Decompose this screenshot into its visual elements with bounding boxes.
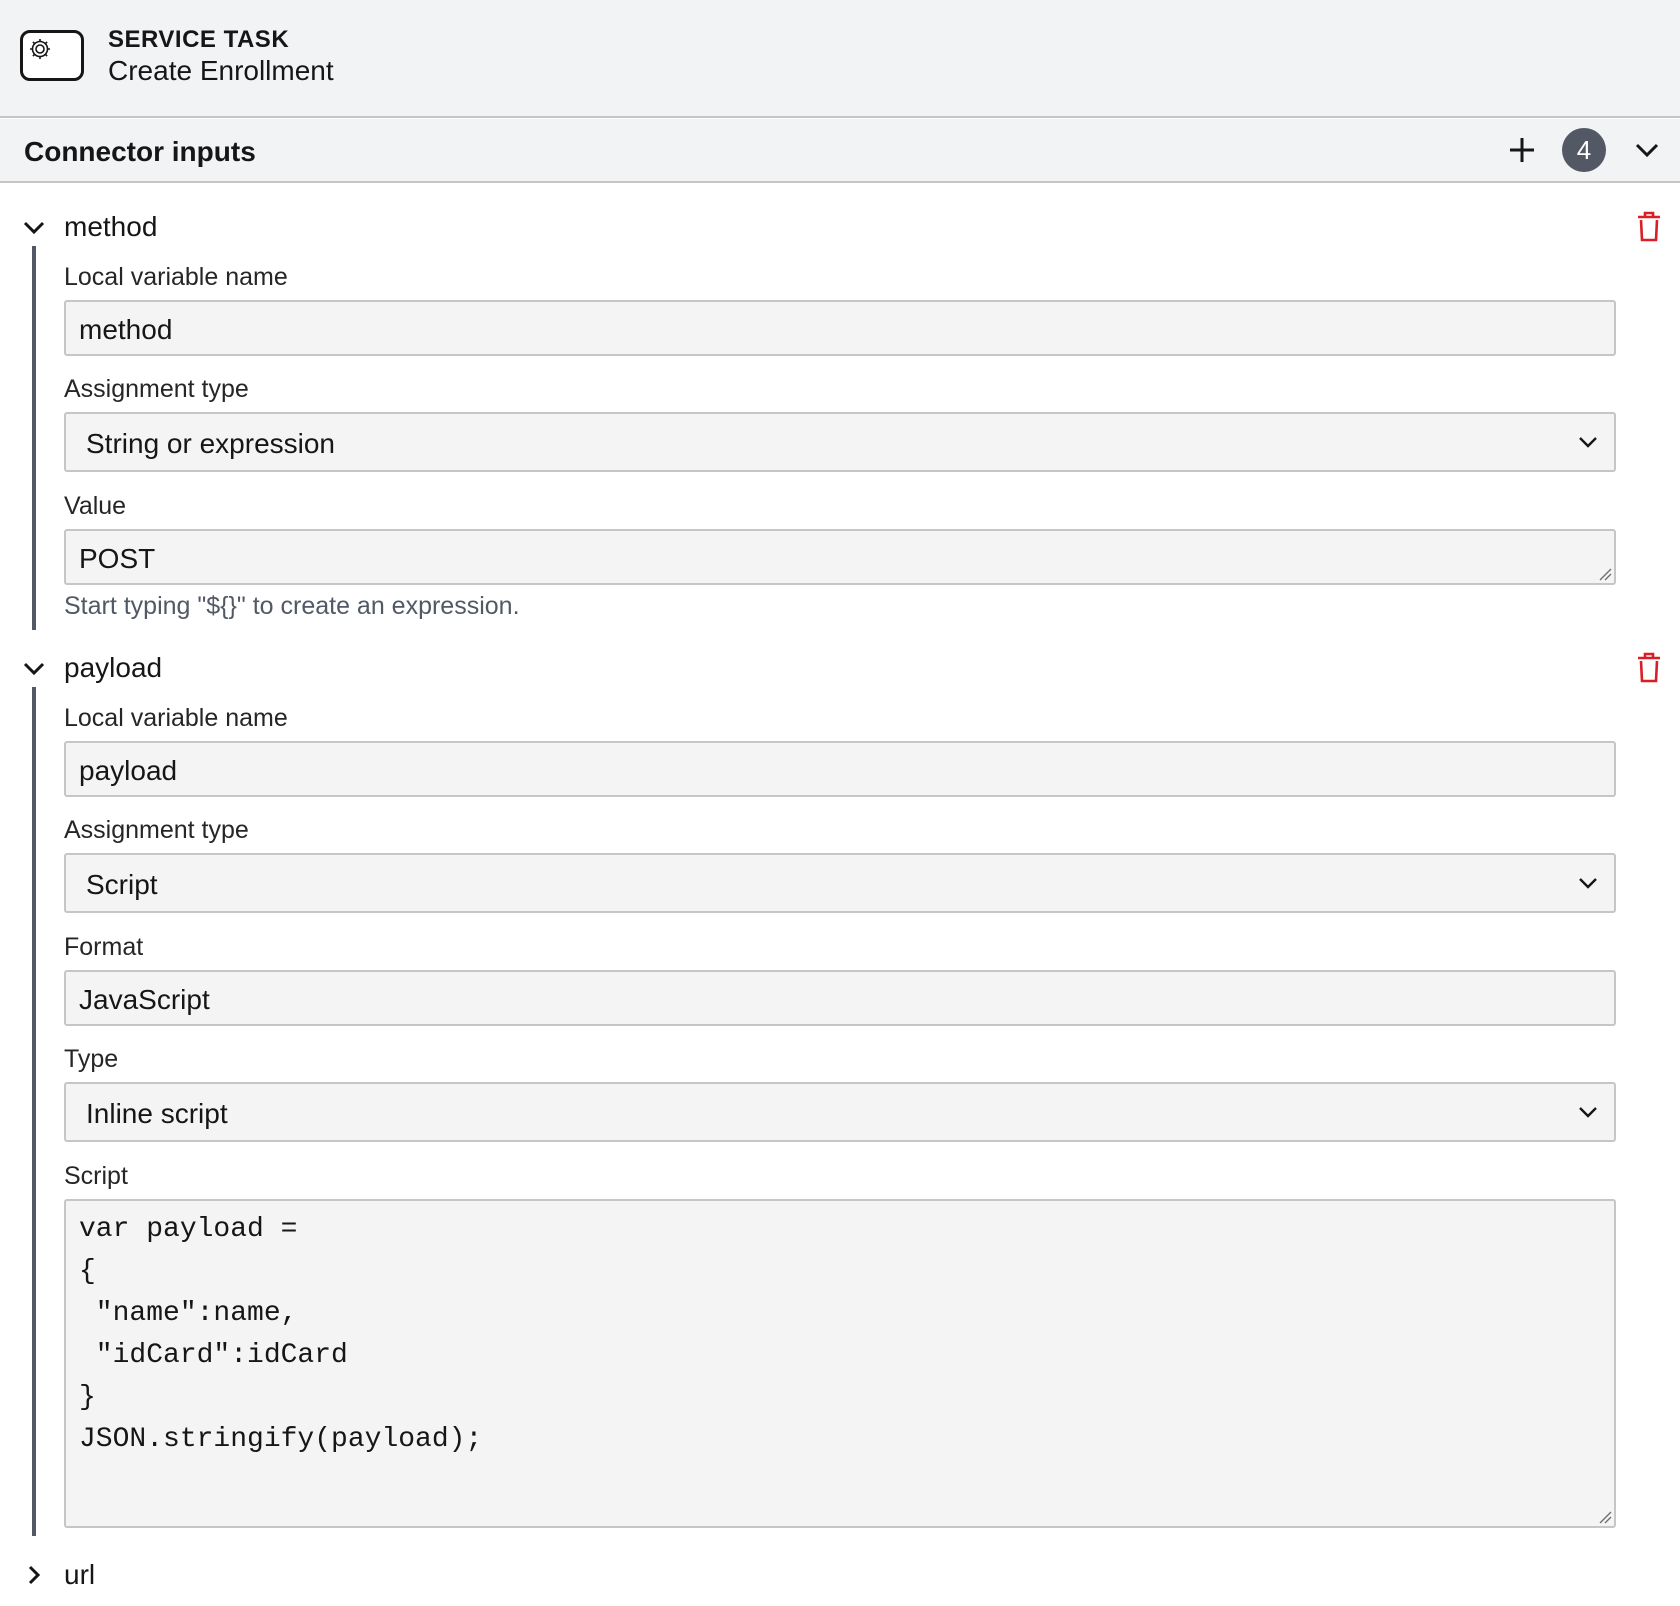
script-line: "idCard":idCard (79, 1340, 348, 1371)
local-variable-name-input[interactable]: payload (64, 741, 1616, 797)
chevron-down-icon (1579, 1107, 1597, 1118)
format-label: Format (64, 933, 144, 961)
task-type-label: SERVICE TASK (108, 26, 290, 53)
chevron-down-icon (1579, 437, 1597, 448)
script-type-value: Inline script (86, 1098, 228, 1129)
script-line: JSON.stringify(payload); (79, 1424, 483, 1455)
script-line: "name":name, (79, 1298, 298, 1329)
gear-icon (30, 39, 50, 59)
trash-icon (1638, 652, 1660, 683)
script-type-select[interactable]: Inline script (64, 1082, 1616, 1142)
resize-handle-icon[interactable] (1596, 1508, 1612, 1524)
script-line: var payload = (79, 1214, 298, 1245)
entry-method-indent-line (32, 246, 36, 630)
value-label: Value (64, 492, 127, 520)
script-label: Script (64, 1162, 128, 1190)
assignment-type-select[interactable]: Script (64, 853, 1616, 913)
input-count-badge: 4 (1562, 128, 1606, 172)
chevron-down-icon (1579, 878, 1597, 889)
assignment-type-label: Assignment type (64, 375, 249, 403)
task-name: Create Enrollment (108, 55, 334, 86)
type-label: Type (64, 1045, 119, 1073)
chevron-down-icon[interactable] (20, 654, 48, 682)
delete-entry-button[interactable] (1634, 651, 1664, 685)
group-title: Connector inputs (24, 136, 256, 167)
format-input[interactable]: JavaScript (64, 970, 1616, 1026)
entry-url-header[interactable]: url (0, 1553, 1680, 1597)
expression-hint: Start typing "${}" to create an expressi… (64, 592, 520, 620)
value-text: POST (79, 543, 156, 574)
collapse-group-button[interactable] (1630, 133, 1664, 167)
script-line: } (79, 1382, 96, 1413)
connector-inputs-group-header[interactable]: Connector inputs 4 (0, 119, 1680, 183)
chevron-down-icon (1635, 143, 1659, 158)
plus-icon (1510, 138, 1534, 162)
local-variable-name-label: Local variable name (64, 704, 288, 732)
chevron-right-icon[interactable] (20, 1561, 48, 1589)
entry-label[interactable]: method (64, 211, 157, 243)
entry-label[interactable]: url (64, 1559, 95, 1591)
chevron-down-icon[interactable] (20, 213, 48, 241)
assignment-type-value: String or expression (86, 428, 336, 459)
local-variable-name-input[interactable]: method (64, 300, 1616, 356)
trash-icon (1638, 211, 1660, 242)
panel-header: SERVICE TASK Create Enrollment (0, 0, 1680, 118)
delete-entry-button[interactable] (1634, 210, 1664, 244)
assignment-type-label: Assignment type (64, 816, 249, 844)
entry-method-header[interactable]: method (0, 205, 1680, 249)
resize-handle-icon[interactable] (1596, 565, 1612, 581)
entry-label[interactable]: payload (64, 652, 162, 684)
script-line: { (79, 1256, 96, 1287)
add-input-button[interactable] (1505, 133, 1539, 167)
script-textarea[interactable]: var payload = { "name":name, "idCard":id… (64, 1199, 1616, 1528)
value-textarea[interactable]: POST (64, 529, 1616, 585)
entry-payload-indent-line (32, 687, 36, 1536)
assignment-type-value: Script (86, 869, 158, 900)
entry-payload-header[interactable]: payload (0, 646, 1680, 690)
assignment-type-select[interactable]: String or expression (64, 412, 1616, 472)
local-variable-name-label: Local variable name (64, 263, 288, 291)
service-task-icon (20, 30, 84, 81)
